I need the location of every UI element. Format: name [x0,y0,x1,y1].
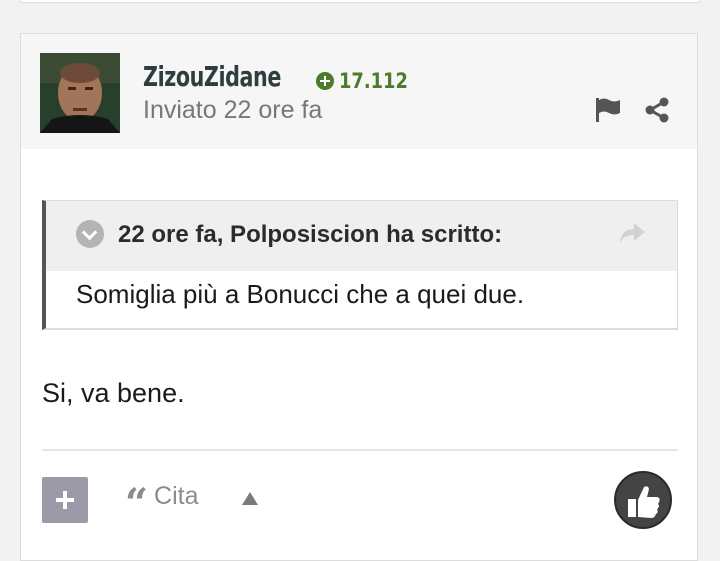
caret-up-icon[interactable] [240,488,260,508]
quote-citation: 22 ore fa, Polposiscion ha scritto: [118,221,503,248]
quote-text: Somiglia più a Bonucci che a quei due. [76,279,525,309]
forum-post: ZizouZidane 17.112 Inviato 22 ore fa 22 … [20,33,698,561]
reputation-badge: 17.112 [316,69,420,93]
post-header: ZizouZidane 17.112 Inviato 22 ore fa [21,34,697,149]
share-icon[interactable] [644,97,670,123]
divider [42,449,678,451]
share-arrow-icon[interactable] [618,221,646,245]
cite-label: Cita [154,482,199,510]
reputation-value: 17.112 [339,69,408,93]
posted-time[interactable]: Inviato 22 ore fa [143,96,322,125]
post-content: Si, va bene. [42,378,185,408]
cite-button[interactable]: “ Cita [125,482,199,523]
avatar-photo [40,53,120,133]
previous-post-bottom [20,0,700,3]
quote-block: 22 ore fa, Polposiscion ha scritto: Somi… [42,200,678,330]
add-button[interactable] [42,477,88,523]
avatar[interactable] [40,53,120,133]
quote-icon: “ [125,479,149,527]
author-username[interactable]: ZizouZidane [143,60,281,93]
flag-icon[interactable] [594,97,622,123]
chevron-down-icon[interactable] [76,220,104,248]
plus-circle-icon [316,72,334,90]
quote-header: 22 ore fa, Polposiscion ha scritto: [46,201,677,271]
like-button[interactable] [614,471,672,529]
thumbs-up-icon [628,486,660,518]
